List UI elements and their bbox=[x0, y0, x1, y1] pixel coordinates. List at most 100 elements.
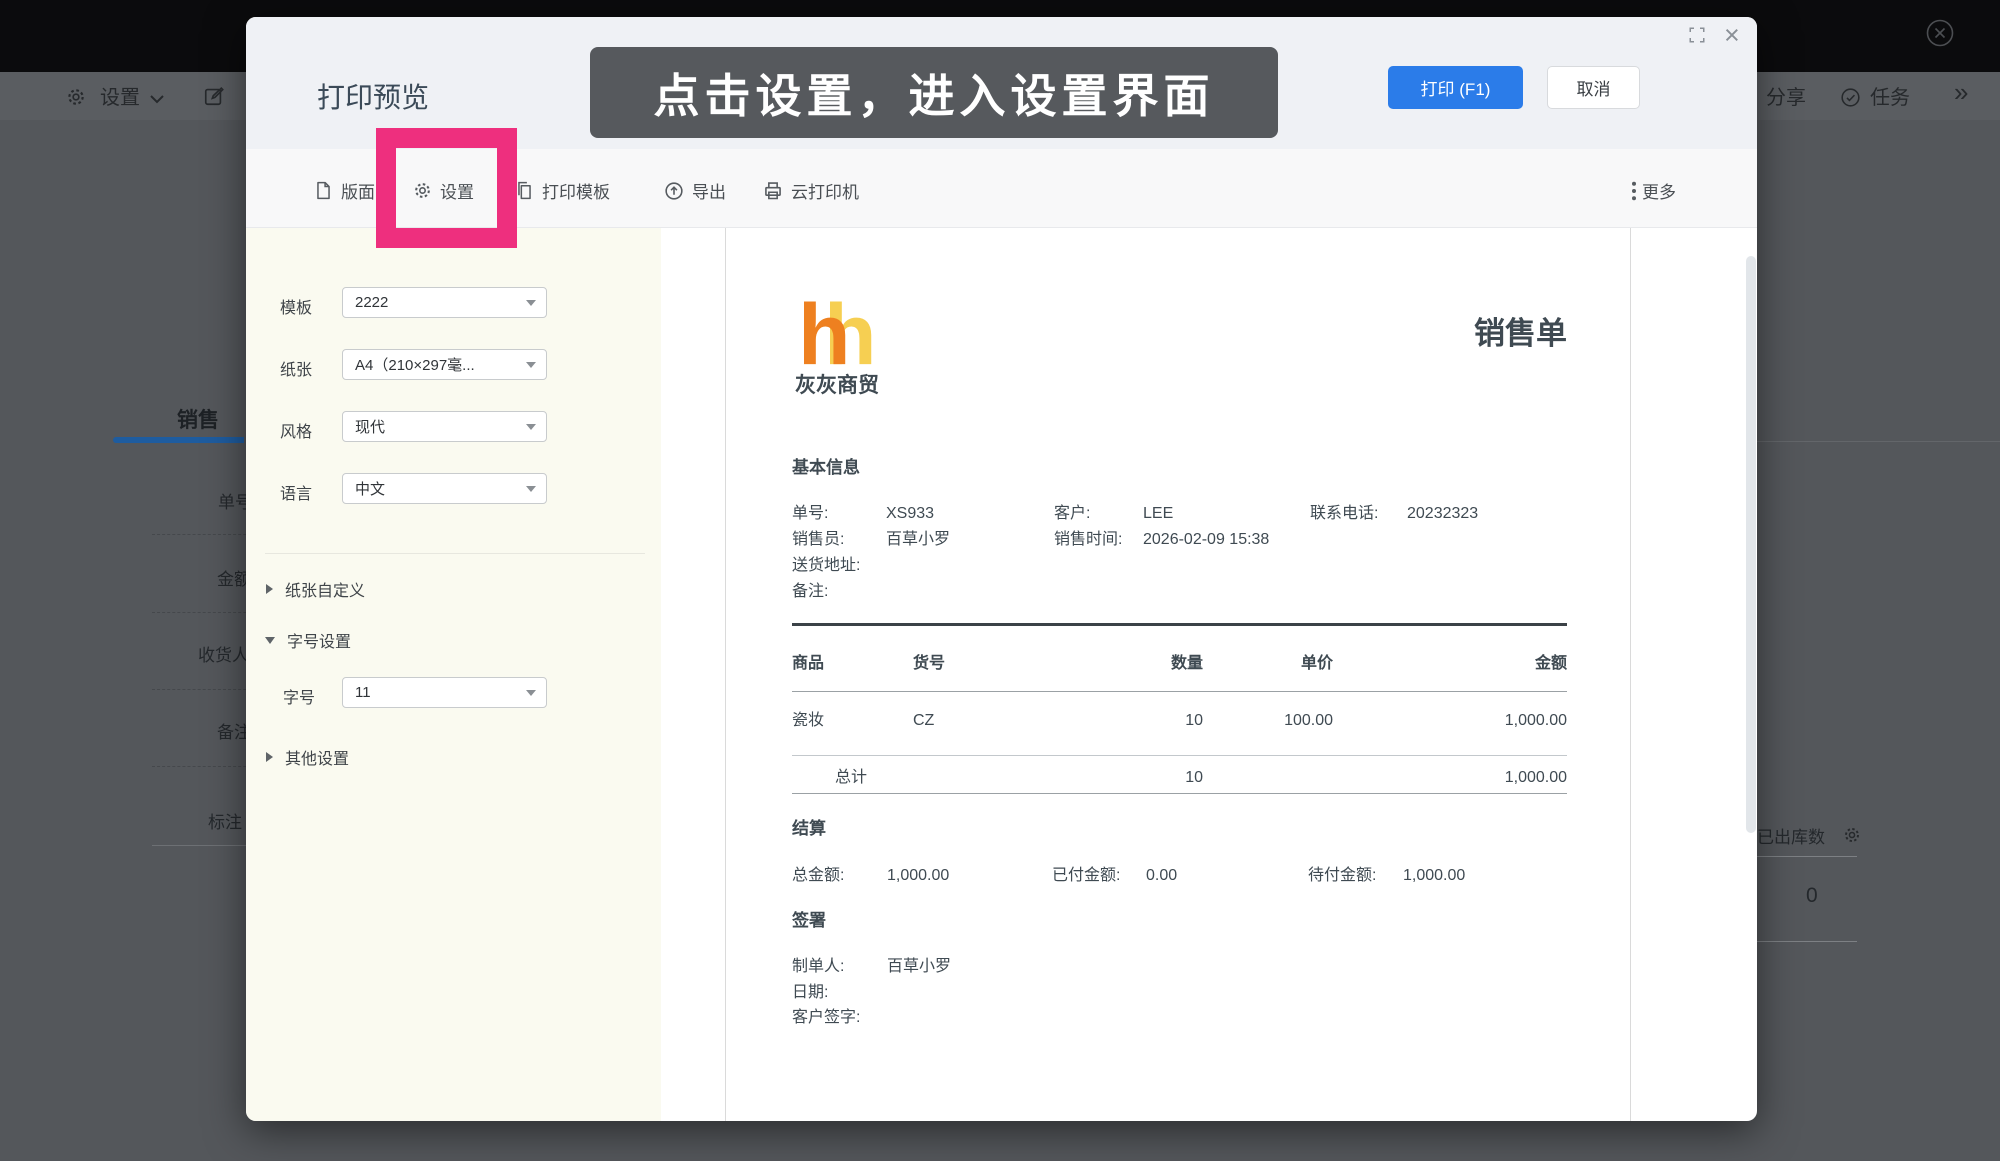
caret-down-icon bbox=[526, 362, 536, 368]
background-close-icon[interactable] bbox=[1926, 19, 1954, 47]
background-task-button[interactable]: 任务 bbox=[1870, 86, 1910, 110]
font-size-select[interactable]: 11 bbox=[342, 677, 547, 708]
divider bbox=[1757, 941, 1857, 942]
double-chevron-icon[interactable]: » bbox=[1954, 80, 1968, 104]
company-name: 灰灰商贸 bbox=[795, 369, 879, 399]
table-top-border bbox=[792, 623, 1567, 626]
toolbar-item-export[interactable]: 导出 bbox=[664, 178, 726, 203]
divider bbox=[265, 553, 645, 554]
col-header: 金额 bbox=[1333, 654, 1567, 674]
sign-label: 制单人: bbox=[792, 957, 844, 977]
caret-down-icon bbox=[526, 690, 536, 696]
section-other-settings[interactable]: 其他设置 bbox=[266, 745, 349, 769]
toolbar-item-label: 打印模板 bbox=[542, 178, 610, 203]
gear-icon bbox=[66, 87, 86, 107]
toolbar-more-label: 更多 bbox=[1642, 178, 1676, 203]
template-select[interactable]: 2222 bbox=[342, 287, 547, 318]
document-title: 销售单 bbox=[1267, 308, 1567, 353]
divider bbox=[792, 793, 1567, 794]
section-label: 字号设置 bbox=[287, 628, 351, 652]
arrow-right-icon bbox=[266, 584, 273, 594]
divider bbox=[792, 755, 1567, 756]
cancel-button[interactable]: 取消 bbox=[1547, 66, 1640, 109]
caret-down-icon bbox=[526, 486, 536, 492]
toolbar-item-label: 云打印机 bbox=[791, 178, 859, 203]
toolbar-item-settings[interactable]: 设置 bbox=[413, 178, 474, 203]
info-value: XS933 bbox=[886, 504, 934, 524]
bg-field-label: 收货人 bbox=[198, 641, 249, 666]
settle-value: 1,000.00 bbox=[1403, 866, 1465, 886]
spacer bbox=[913, 768, 1063, 788]
section-basic-info: 基本信息 bbox=[792, 457, 860, 478]
close-icon[interactable]: × bbox=[1724, 20, 1740, 51]
divider bbox=[1757, 441, 2000, 442]
print-preview-dialog: 打印预览 × 打印 (F1) 取消 版面 设置 打印模板 导出 云打印机 bbox=[246, 17, 1757, 1121]
background-tab-sales[interactable]: 销售 bbox=[177, 404, 219, 434]
toolbar-item-label: 设置 bbox=[440, 178, 474, 203]
background-settings-button[interactable]: 设置 bbox=[100, 86, 140, 110]
bg-field-label: 标注 bbox=[208, 808, 242, 833]
gear-icon[interactable] bbox=[1843, 826, 1861, 844]
font-size-field-label: 字号 bbox=[283, 684, 315, 708]
info-label: 备注: bbox=[792, 582, 828, 602]
cell-product: 瓷妆 bbox=[792, 711, 913, 731]
total-label: 总计 bbox=[792, 768, 913, 788]
info-value: LEE bbox=[1143, 504, 1173, 524]
bg-cell-value: 0 bbox=[1806, 884, 1818, 908]
paper-right-edge bbox=[1630, 228, 1631, 1121]
template-icon bbox=[515, 181, 534, 200]
col-header: 数量 bbox=[1063, 654, 1203, 674]
fullscreen-icon[interactable] bbox=[1688, 26, 1706, 49]
section-font-settings[interactable]: 字号设置 bbox=[265, 628, 351, 652]
print-button[interactable]: 打印 (F1) bbox=[1388, 66, 1523, 109]
info-label: 联系电话: bbox=[1310, 504, 1378, 524]
template-select-value: 2222 bbox=[355, 294, 388, 311]
cell-qty: 10 bbox=[1063, 711, 1203, 731]
col-header: 商品 bbox=[792, 654, 913, 674]
preview-scrollbar[interactable] bbox=[1746, 256, 1756, 833]
section-label: 其他设置 bbox=[285, 745, 349, 769]
arrow-right-icon bbox=[266, 752, 273, 762]
toolbar-item-layout[interactable]: 版面 bbox=[314, 178, 375, 203]
settle-label: 总金额: bbox=[792, 866, 844, 886]
annotation-tooltip: 点击设置，进入设置界面 bbox=[590, 47, 1278, 138]
arrow-down-icon bbox=[265, 637, 275, 644]
settle-value: 0.00 bbox=[1146, 866, 1177, 886]
tab-active-underline bbox=[113, 437, 244, 443]
info-label: 单号: bbox=[792, 504, 828, 524]
paper-select[interactable]: A4（210×297毫... bbox=[342, 349, 547, 380]
toolbar-item-print-template[interactable]: 打印模板 bbox=[515, 178, 610, 203]
cell-price: 100.00 bbox=[1203, 711, 1333, 731]
bg-column-header: 已出库数 bbox=[1757, 823, 1825, 848]
printer-icon bbox=[763, 181, 783, 201]
cell-amount: 1,000.00 bbox=[1333, 711, 1567, 731]
check-circle-icon bbox=[1840, 87, 1861, 108]
total-qty: 10 bbox=[1063, 768, 1203, 788]
toolbar-more-button[interactable]: 更多 bbox=[1631, 178, 1676, 203]
divider bbox=[1757, 856, 1857, 857]
screen: 设置 分享 任务 » 销售 单号 金额 收货人 备注 标注 已出库数 0 打印预… bbox=[0, 0, 2000, 1161]
edit-icon[interactable] bbox=[203, 85, 225, 107]
section-paper-custom[interactable]: 纸张自定义 bbox=[266, 577, 365, 601]
info-label: 送货地址: bbox=[792, 556, 860, 576]
toolbar-item-cloud-printer[interactable]: 云打印机 bbox=[763, 178, 859, 203]
divider bbox=[792, 691, 1567, 692]
paper-field-label: 纸张 bbox=[280, 356, 312, 380]
background-share-button[interactable]: 分享 bbox=[1766, 86, 1806, 110]
spacer bbox=[1203, 768, 1333, 788]
dialog-title: 打印预览 bbox=[317, 76, 429, 116]
toolbar-item-label: 版面 bbox=[341, 178, 375, 203]
style-select[interactable]: 现代 bbox=[342, 411, 547, 442]
export-icon bbox=[664, 181, 684, 201]
info-label: 客户: bbox=[1054, 504, 1090, 524]
more-dots-icon bbox=[1631, 181, 1637, 201]
section-settlement: 结算 bbox=[792, 818, 826, 839]
style-field-label: 风格 bbox=[280, 418, 312, 442]
paper-select-value: A4（210×297毫... bbox=[355, 354, 475, 375]
info-value: 20232323 bbox=[1407, 504, 1478, 524]
template-field-label: 模板 bbox=[280, 294, 312, 318]
total-amount: 1,000.00 bbox=[1333, 768, 1567, 788]
info-value: 百草小罗 bbox=[886, 530, 950, 550]
language-select[interactable]: 中文 bbox=[342, 473, 547, 504]
section-label: 纸张自定义 bbox=[285, 577, 365, 601]
